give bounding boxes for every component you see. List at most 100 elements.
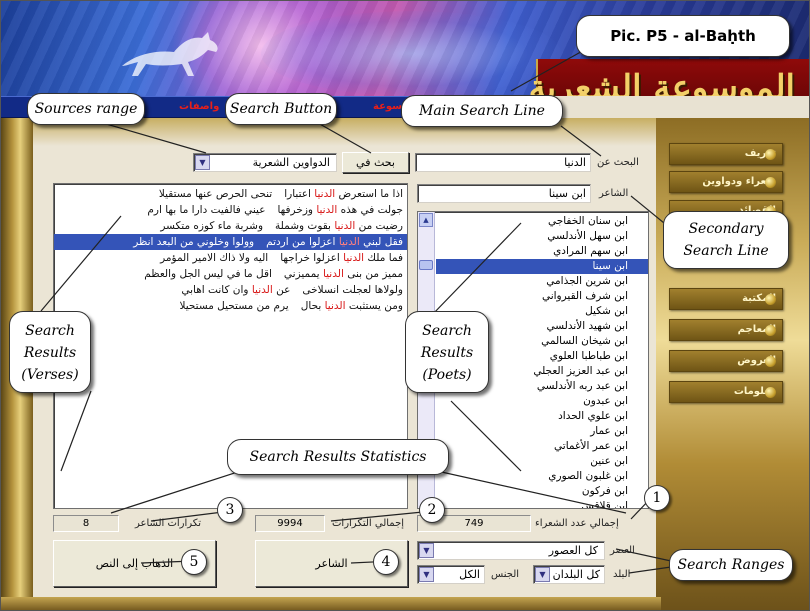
- verse-second-hemistich: اقل ما في ليس الجل والعظم: [144, 268, 272, 280]
- verse-text: اذا ما استعرض: [335, 188, 403, 200]
- main-search-input[interactable]: الدنيا: [415, 153, 591, 172]
- verse-highlight: الدنيا: [338, 236, 360, 248]
- verse-text: يمميزني: [283, 268, 323, 280]
- poet-list-item[interactable]: ابن سنان الخفاجي: [436, 214, 648, 229]
- verse-text: جولت في هذه: [337, 204, 403, 216]
- poet-list-item[interactable]: ابن قلاقس: [436, 499, 648, 508]
- era-select[interactable]: ▼ كل العصور: [417, 541, 605, 560]
- sidebar-item-info[interactable]: معلومات: [669, 381, 783, 403]
- poet-list-item[interactable]: ابن سينا: [436, 259, 648, 274]
- verse-highlight: الدنيا: [334, 220, 356, 232]
- total-poets-label: إجمالي عدد الشعراء: [535, 518, 619, 529]
- verse-row[interactable]: فقل لبني الدنيا اعزلوا من اردتم وولوا وخل…: [54, 234, 407, 250]
- verse-highlight: الدنيا: [316, 204, 338, 216]
- sidebar-item-poets-diwans[interactable]: شعراء ودواوين: [669, 171, 783, 193]
- verse-first-hemistich: جولت في هذه الدنيا وزخرفها: [277, 204, 403, 216]
- nav-item-wasifat[interactable]: واصفات: [179, 101, 219, 112]
- sidebar-item-tarif[interactable]: تعريف: [669, 143, 783, 165]
- poet-list-item[interactable]: ابن غلبون الصوري: [436, 469, 648, 484]
- verse-text: بقوت وشملة: [275, 220, 335, 232]
- sources-range-value: الدواوين الشعرية: [252, 156, 330, 169]
- poet-list-item[interactable]: ابن فركون: [436, 484, 648, 499]
- verse-text: فقل لبني: [359, 236, 403, 248]
- verse-highlight: الدنيا: [343, 252, 365, 264]
- verse-row[interactable]: رضيت من الدنيا بقوت وشملة وشربة ماء كوزه …: [54, 218, 407, 234]
- gender-label: الجنس: [491, 569, 520, 580]
- chevron-down-icon[interactable]: ▼: [419, 543, 434, 558]
- verse-row[interactable]: فما ملك الدنيا اعزلوا خراجها اليه ولا ذاك…: [54, 250, 407, 266]
- poet-list-item[interactable]: ابن عمار: [436, 424, 648, 439]
- callout-search-ranges: Search Ranges: [669, 549, 793, 581]
- chevron-down-icon[interactable]: ▼: [419, 567, 434, 582]
- chevron-down-icon[interactable]: ▼: [535, 567, 550, 582]
- sidebar-item-prosody[interactable]: العروض: [669, 350, 783, 372]
- callout-search-button: Search Button: [225, 93, 337, 125]
- poet-list-item[interactable]: ابن عنين: [436, 454, 648, 469]
- verse-row[interactable]: ومن يستثبت الدنيا بحال يرم من مستحيل مستح…: [54, 298, 407, 314]
- horse-icon: [122, 32, 218, 76]
- poet-list-item[interactable]: ابن عمر الأغماتي: [436, 439, 648, 454]
- verse-second-hemistich: يرم من مستحيل مستحيلا: [179, 300, 289, 312]
- country-value: كل البلدان: [552, 568, 600, 581]
- poet-list-item[interactable]: ابن عبدون: [436, 394, 648, 409]
- verse-second-hemistich: تنحى الحرص عنها مستقيلا: [158, 188, 273, 200]
- poet-repeats-label: تكرارات الشاعر: [135, 518, 202, 529]
- verse-highlight: الدنيا: [314, 188, 336, 200]
- verse-highlight: الدنيا: [324, 300, 346, 312]
- callout-number-3: 3: [217, 497, 243, 523]
- gender-value: الكل: [459, 568, 480, 581]
- poet-list-item[interactable]: ابن علوي الحداد: [436, 409, 648, 424]
- callout-figure-caption: Pic. P5 - al-Baḥth: [576, 15, 790, 57]
- era-label: العصر: [610, 545, 635, 556]
- gold-bullet-icon: [765, 177, 776, 188]
- verse-row[interactable]: ولولاها لعجلت انسلاخى عن الدنيا وان كانت …: [54, 282, 407, 298]
- country-select[interactable]: ▼ كل البلدان: [533, 565, 605, 584]
- total-repeats-label: إجمالي التكرارات: [332, 518, 405, 529]
- callout-search-results-verses: Search Results (Verses): [9, 311, 91, 393]
- poet-list-item[interactable]: ابن شرف القيرواني: [436, 289, 648, 304]
- verse-text: ومن يستثبت: [345, 300, 403, 312]
- logo-band: الموسوعة الشعرية: [529, 59, 809, 96]
- verse-text: رضيت من: [355, 220, 403, 232]
- verse-first-hemistich: ولولاها لعجلت انسلاخى: [302, 284, 403, 296]
- sidebar-item-dictionaries[interactable]: المعاجم: [669, 319, 783, 341]
- callout-sources-range: Sources range: [27, 93, 145, 125]
- verse-first-hemistich: فما ملك الدنيا اعزلوا خراجها: [280, 252, 403, 264]
- sidebar-item-library[interactable]: المكتبة: [669, 288, 783, 310]
- gold-bullet-icon: [765, 294, 776, 305]
- verse-text: مميز من بنى: [343, 268, 403, 280]
- verse-text: اعزلوا خراجها: [280, 252, 344, 264]
- verse-text: وزخرفها: [277, 204, 317, 216]
- scroll-thumb[interactable]: [419, 260, 433, 270]
- verse-row[interactable]: مميز من بنى الدنيا يمميزني اقل ما في ليس …: [54, 266, 407, 282]
- verse-first-hemistich: رضيت من الدنيا بقوت وشملة: [275, 220, 403, 232]
- poet-list-item[interactable]: ابن سهل الأندلسي: [436, 229, 648, 244]
- gender-select[interactable]: ▼ الكل: [417, 565, 485, 584]
- verse-text: ولولاها لعجلت انسلاخى: [302, 284, 403, 296]
- callout-search-results-poets: Search Results (Poets): [405, 311, 489, 393]
- verse-text: اعزلوا من اردتم: [266, 236, 339, 248]
- verse-highlight: الدنيا: [322, 268, 344, 280]
- verse-text: فما ملك: [364, 252, 403, 264]
- verse-row[interactable]: اذا ما استعرض الدنيا اعتبارا تنحى الحرص ع…: [54, 186, 407, 202]
- poet-list-item[interactable]: ابن شرين الجذامي: [436, 274, 648, 289]
- poet-list-item[interactable]: ابن سهم المرادي: [436, 244, 648, 259]
- callout-number-1: 1: [644, 485, 670, 511]
- poet-repeats-value: 8: [53, 515, 119, 532]
- callout-main-search-line: Main Search Line: [401, 95, 563, 127]
- verse-first-hemistich: اذا ما استعرض الدنيا اعتبارا: [284, 188, 403, 200]
- search-button[interactable]: بحث في: [342, 152, 409, 173]
- gold-bullet-icon: [765, 149, 776, 160]
- gold-bullet-icon: [765, 387, 776, 398]
- poet-search-input[interactable]: ابن سينا: [417, 184, 591, 203]
- verse-first-hemistich: ومن يستثبت الدنيا بحال: [301, 300, 403, 312]
- gold-bullet-icon: [765, 356, 776, 367]
- scroll-up-icon[interactable]: ▲: [419, 213, 433, 227]
- verse-second-hemistich: وولوا وخلوني من البعد انظر: [133, 236, 255, 248]
- verse-text: بحال: [300, 300, 325, 312]
- country-label: البلد: [613, 569, 631, 580]
- chevron-down-icon[interactable]: ▼: [195, 155, 210, 170]
- poet-search-label: الشاعر: [599, 188, 629, 199]
- sources-range-select[interactable]: ▼ الدواوين الشعرية: [193, 153, 337, 172]
- verse-row[interactable]: جولت في هذه الدنيا وزخرفها عيني فالفيت دا…: [54, 202, 407, 218]
